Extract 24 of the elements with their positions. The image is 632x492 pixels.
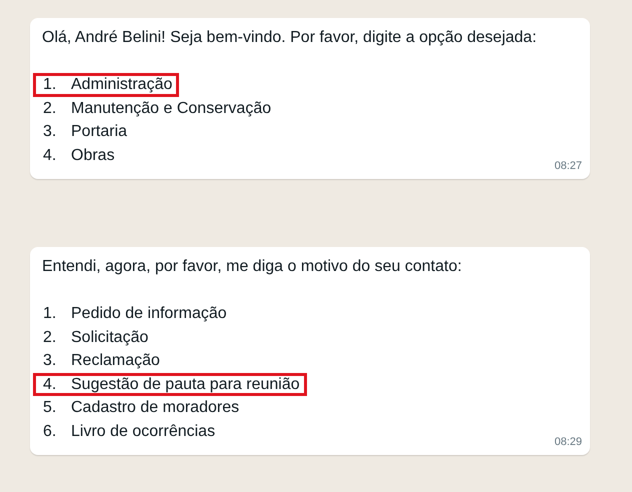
option-label: Solicitação xyxy=(71,328,148,346)
option-label: Portaria xyxy=(71,123,128,140)
option-number: 6. xyxy=(43,422,58,440)
option-number: 3. xyxy=(43,352,58,370)
message-text: Olá, André Belini! Seja bem-vindo. Por favor, digite a opção desejada: xyxy=(42,28,538,48)
option-label: Livro de ocorrências xyxy=(71,422,216,440)
option-number: 3. xyxy=(43,123,58,140)
option-number: 2. xyxy=(43,328,58,346)
option-label: Administração xyxy=(71,76,172,94)
option-label: Obras xyxy=(71,146,115,164)
option-label: Sugestão de pauta para reunião xyxy=(71,376,300,393)
option-number: 4. xyxy=(43,376,58,393)
option-number: 1. xyxy=(43,76,58,94)
option-label: Manutenção e Conservação xyxy=(71,100,272,117)
option-number: 4. xyxy=(43,146,58,164)
option-number: 5. xyxy=(43,399,58,416)
message-time: 08:29 xyxy=(554,435,582,449)
message-time: 08:27 xyxy=(554,159,582,173)
message-text: Entendi, agora, por favor, me diga o motivo do seu contato: xyxy=(42,257,463,277)
option-label: Pedido de informação xyxy=(71,305,227,322)
option-number: 2. xyxy=(43,100,58,117)
option-label: Cadastro de moradores xyxy=(71,399,240,416)
option-number: 1. xyxy=(43,305,58,322)
option-label: Reclamação xyxy=(71,352,160,370)
